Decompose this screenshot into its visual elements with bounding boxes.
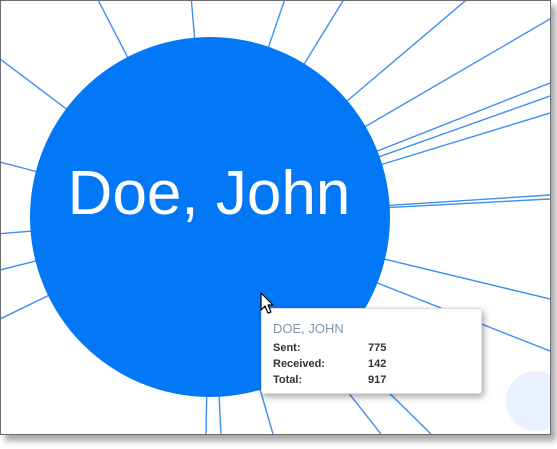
faded-node[interactable] xyxy=(506,371,550,431)
arrow-pointer-icon xyxy=(260,292,274,314)
tooltip-title: DOE, JOHN xyxy=(273,321,344,336)
tooltip-row-value: 917 xyxy=(368,374,387,386)
tooltip-row-total: Total: 917 xyxy=(273,374,473,388)
tooltip-row-value: 775 xyxy=(368,342,387,354)
node-tooltip: DOE, JOHN Sent: 775 Received: 142 Total:… xyxy=(261,308,482,394)
tooltip-row-received: Received: 142 xyxy=(273,358,473,372)
tooltip-row-label: Sent: xyxy=(273,342,301,354)
tooltip-row-label: Received: xyxy=(273,358,325,370)
tooltip-row-label: Total: xyxy=(273,374,303,386)
tooltip-row-sent: Sent: 775 xyxy=(273,342,473,356)
tooltip-row-value: 142 xyxy=(368,358,387,370)
graph-canvas[interactable]: Doe, John DOE, JOHN Sent: 775 Received: … xyxy=(0,0,551,435)
